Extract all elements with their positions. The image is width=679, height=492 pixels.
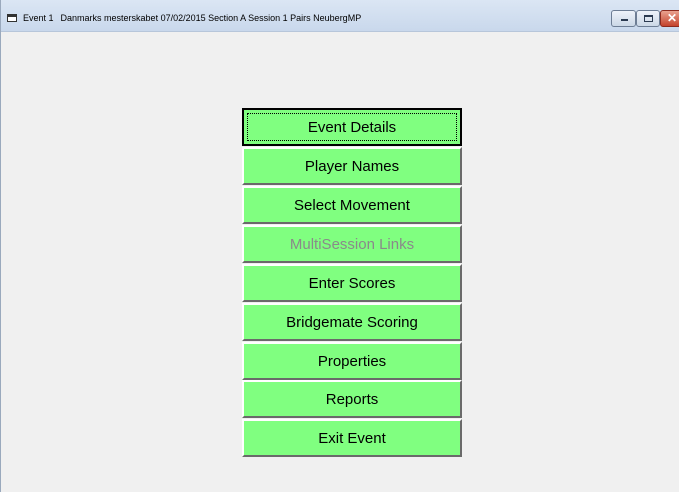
bridgemate-scoring-button[interactable]: Bridgemate Scoring bbox=[242, 303, 462, 341]
enter-scores-button[interactable]: Enter Scores bbox=[242, 264, 462, 302]
event-details-button[interactable]: Event Details bbox=[242, 108, 462, 146]
select-movement-button[interactable]: Select Movement bbox=[242, 186, 462, 224]
multisession-links-button: MultiSession Links bbox=[242, 225, 462, 263]
app-icon[interactable] bbox=[7, 14, 17, 22]
minimize-button[interactable] bbox=[611, 10, 636, 27]
title-details: Danmarks mesterskabet 07/02/2015 Section… bbox=[60, 13, 362, 23]
properties-button[interactable]: Properties bbox=[242, 342, 462, 380]
client-area: Event Details Player Names Select Moveme… bbox=[1, 32, 679, 492]
close-icon: ✕ bbox=[667, 11, 678, 25]
window-title: Event 1 Danmarks mesterskabet 07/02/2015 … bbox=[23, 13, 361, 23]
title-event: Event 1 bbox=[23, 13, 54, 23]
maximize-button[interactable] bbox=[636, 10, 660, 27]
maximize-icon bbox=[644, 15, 653, 22]
title-bar[interactable]: Event 1 Danmarks mesterskabet 07/02/2015 … bbox=[1, 0, 679, 32]
exit-event-button[interactable]: Exit Event bbox=[242, 419, 462, 457]
close-button[interactable]: ✕ bbox=[660, 10, 679, 27]
minimize-icon bbox=[621, 19, 628, 21]
player-names-button[interactable]: Player Names bbox=[242, 147, 462, 185]
event-window: Event 1 Danmarks mesterskabet 07/02/2015 … bbox=[0, 0, 679, 492]
reports-button[interactable]: Reports bbox=[242, 380, 462, 418]
